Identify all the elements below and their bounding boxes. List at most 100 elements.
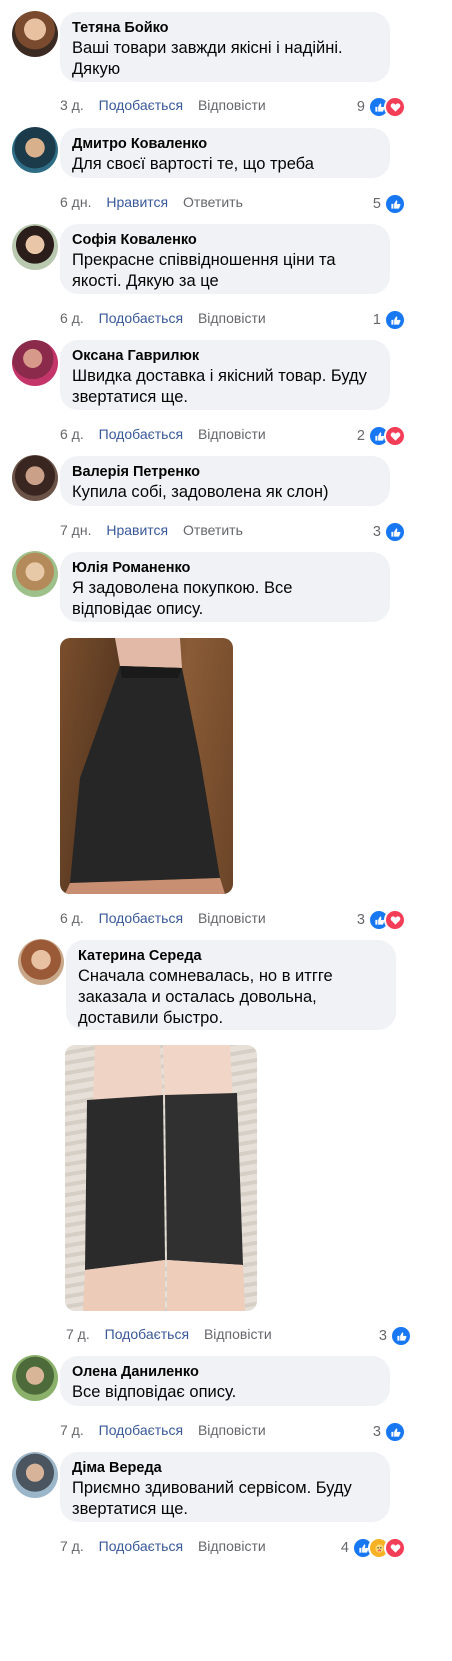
- reaction-count-value: 3: [378, 1328, 387, 1344]
- comment-text: Все відповідає опису.: [72, 1383, 237, 1401]
- like-button[interactable]: Подобається: [99, 97, 183, 113]
- comment-photo[interactable]: [65, 1045, 257, 1311]
- comment-actions: 6 д. Подобається Відповісти: [60, 909, 277, 927]
- comment-time[interactable]: 6 д.: [60, 426, 84, 442]
- reply-button[interactable]: Відповісти: [198, 910, 266, 926]
- reaction-count[interactable]: 5: [373, 193, 406, 215]
- like-button[interactable]: Подобається: [105, 1326, 189, 1342]
- reaction-count-value: 2: [356, 428, 365, 444]
- comment-text: Приємно здивований сервісом. Буду зверта…: [72, 1479, 352, 1518]
- comment-text: Для своєї вартості те, що треба: [72, 155, 314, 173]
- comment-text: Сначала сомневалась, но в итгге заказала…: [78, 967, 333, 1027]
- comment-author[interactable]: Оксана Гаврилюк: [72, 347, 378, 366]
- reaction-count-value: 9: [356, 99, 365, 115]
- comment-author[interactable]: Дмитро Коваленко: [72, 135, 378, 154]
- like-button[interactable]: Нравится: [106, 522, 168, 538]
- comment-author[interactable]: Тетяна Бойко: [72, 19, 378, 38]
- comment-time[interactable]: 7 д.: [60, 1422, 84, 1438]
- comment-actions: 7 дн. Нравится Ответить: [60, 521, 254, 539]
- comment-author[interactable]: Юлія Романенко: [72, 559, 378, 578]
- avatar[interactable]: [12, 127, 58, 173]
- like-icon: [384, 521, 406, 543]
- reaction-count[interactable]: 1: [373, 309, 406, 331]
- reaction-count-value: 4: [340, 1540, 349, 1556]
- comment-actions: 7 д. Подобається Відповісти: [60, 1421, 277, 1439]
- love-icon: [384, 96, 406, 118]
- reaction-count-value: 1: [372, 312, 381, 328]
- comment-actions: 6 д. Подобається Відповісти: [60, 309, 277, 327]
- love-icon: [384, 1537, 406, 1559]
- reply-button[interactable]: Ответить: [183, 522, 243, 538]
- love-icon: [384, 425, 406, 447]
- like-button[interactable]: Нравится: [106, 194, 168, 210]
- reply-button[interactable]: Відповісти: [198, 97, 266, 113]
- comment-bubble: Оксана Гаврилюк Швидка доставка і якісни…: [60, 340, 390, 410]
- reply-button[interactable]: Відповісти: [198, 1422, 266, 1438]
- comment-author[interactable]: Софія Коваленко: [72, 231, 378, 250]
- comment-bubble: Валерія Петренко Купила собі, задоволена…: [60, 456, 390, 506]
- comment-time[interactable]: 7 дн.: [60, 522, 91, 538]
- comment-time[interactable]: 6 д.: [60, 910, 84, 926]
- comment-author[interactable]: Діма Вереда: [72, 1459, 378, 1478]
- comment-bubble: Олена Даниленко Все відповідає опису.: [60, 1356, 390, 1406]
- like-button[interactable]: Подобається: [99, 1538, 183, 1554]
- comment-actions: 3 д. Подобається Відповісти: [60, 96, 277, 114]
- reaction-count[interactable]: 4: [341, 1537, 406, 1559]
- comment-bubble: Діма Вереда Приємно здивований сервісом.…: [60, 1452, 390, 1522]
- reaction-count[interactable]: 2: [357, 425, 406, 447]
- reply-button[interactable]: Відповісти: [204, 1326, 272, 1342]
- reaction-count[interactable]: 3: [373, 1421, 406, 1443]
- like-icon: [384, 193, 406, 215]
- comment-bubble: Юлія Романенко Я задоволена покупкою. Вс…: [60, 552, 390, 622]
- like-button[interactable]: Подобається: [99, 310, 183, 326]
- reply-button[interactable]: Ответить: [183, 194, 243, 210]
- avatar[interactable]: [12, 1355, 58, 1401]
- reaction-count-value: 3: [372, 524, 381, 540]
- reply-button[interactable]: Відповісти: [198, 426, 266, 442]
- comment-text: Швидка доставка і якісний товар. Буду зв…: [72, 367, 367, 406]
- reaction-count[interactable]: 3: [379, 1325, 412, 1347]
- comment-text: Прекрасне співвідношення ціни та якості.…: [72, 251, 336, 290]
- reaction-count-value: 3: [356, 912, 365, 928]
- comment-time[interactable]: 6 д.: [60, 310, 84, 326]
- comment-text: Купила собі, задоволена як слон): [72, 483, 329, 501]
- love-icon: [384, 909, 406, 931]
- comment-author[interactable]: Валерія Петренко: [72, 463, 378, 482]
- comment-time[interactable]: 7 д.: [66, 1326, 90, 1342]
- comment-bubble: Катерина Середа Сначала сомневалась, но …: [66, 940, 396, 1030]
- avatar[interactable]: [12, 224, 58, 270]
- comment-time[interactable]: 3 д.: [60, 97, 84, 113]
- reply-button[interactable]: Відповісти: [198, 1538, 266, 1554]
- comment-author[interactable]: Олена Даниленко: [72, 1363, 378, 1382]
- reaction-count[interactable]: 9: [357, 96, 406, 118]
- comment-actions: 6 д. Подобається Відповісти: [60, 425, 277, 443]
- avatar[interactable]: [12, 1452, 58, 1498]
- knee-sleeve-image: [65, 638, 225, 894]
- like-button[interactable]: Подобається: [99, 910, 183, 926]
- avatar[interactable]: [12, 11, 58, 57]
- avatar[interactable]: [18, 939, 64, 985]
- like-button[interactable]: Подобається: [99, 426, 183, 442]
- comment-actions: 7 д. Подобається Відповісти: [66, 1325, 283, 1343]
- comment-text: Ваші товари завжди якісні і надійні. Дяк…: [72, 39, 343, 78]
- reaction-count[interactable]: 3: [357, 909, 406, 931]
- like-icon: [384, 309, 406, 331]
- comment-author[interactable]: Катерина Середа: [78, 947, 384, 966]
- reaction-count-value: 5: [372, 196, 381, 212]
- comment-actions: 7 д. Подобається Відповісти: [60, 1537, 277, 1555]
- avatar[interactable]: [12, 455, 58, 501]
- reply-button[interactable]: Відповісти: [198, 310, 266, 326]
- comment-bubble: Софія Коваленко Прекрасне співвідношення…: [60, 224, 390, 294]
- reaction-count-value: 3: [372, 1424, 381, 1440]
- comment-time[interactable]: 6 дн.: [60, 194, 91, 210]
- avatar[interactable]: [12, 551, 58, 597]
- like-icon: [384, 1421, 406, 1443]
- reaction-count[interactable]: 3: [373, 521, 406, 543]
- avatar[interactable]: [12, 340, 58, 386]
- knee-sleeve-image: [83, 1045, 245, 1311]
- comment-bubble: Тетяна Бойко Ваші товари завжди якісні і…: [60, 12, 390, 82]
- like-button[interactable]: Подобається: [99, 1422, 183, 1438]
- comment-actions: 6 дн. Нравится Ответить: [60, 193, 254, 211]
- comment-photo[interactable]: [60, 638, 233, 894]
- comment-time[interactable]: 7 д.: [60, 1538, 84, 1554]
